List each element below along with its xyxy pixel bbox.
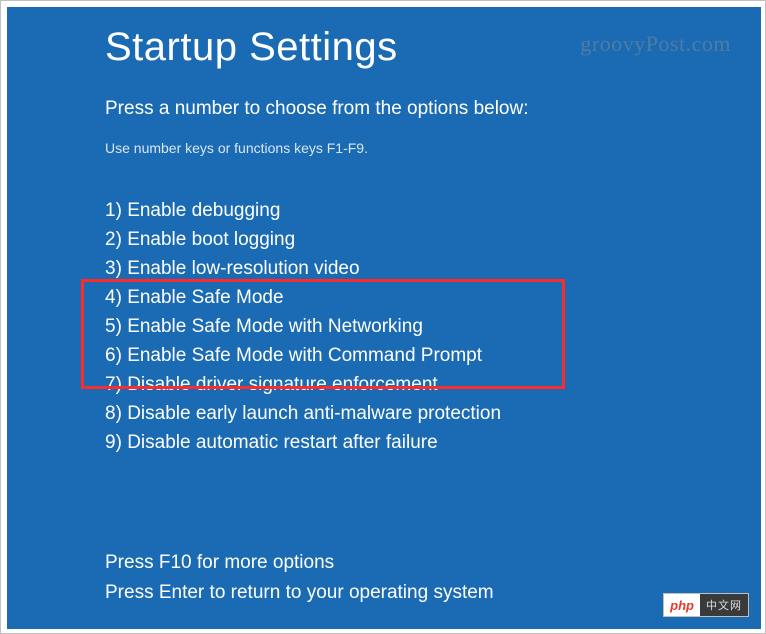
- watermark-phpcn: php 中文网: [663, 593, 749, 617]
- watermark-groovypost: groovyPost.com: [580, 31, 731, 57]
- option-8[interactable]: 8) Disable early launch anti-malware pro…: [105, 399, 761, 428]
- return-hint: Press Enter to return to your operating …: [105, 578, 494, 607]
- option-2[interactable]: 2) Enable boot logging: [105, 225, 761, 254]
- options-list: 1) Enable debugging 2) Enable boot loggi…: [105, 196, 761, 457]
- keys-hint: Use number keys or functions keys F1-F9.: [105, 140, 761, 156]
- screenshot-frame: Startup Settings Press a number to choos…: [0, 0, 766, 634]
- footer-instructions: Press F10 for more options Press Enter t…: [105, 548, 494, 607]
- option-9[interactable]: 9) Disable automatic restart after failu…: [105, 428, 761, 457]
- more-options-hint: Press F10 for more options: [105, 548, 494, 577]
- option-7[interactable]: 7) Disable driver signature enforcement: [105, 370, 761, 399]
- option-5[interactable]: 5) Enable Safe Mode with Networking: [105, 312, 761, 341]
- instruction-subtitle: Press a number to choose from the option…: [105, 98, 761, 120]
- watermark-cn-label: 中文网: [700, 594, 748, 616]
- option-3[interactable]: 3) Enable low-resolution video: [105, 254, 761, 283]
- watermark-php-label: php: [664, 594, 700, 616]
- option-4[interactable]: 4) Enable Safe Mode: [105, 283, 761, 312]
- option-1[interactable]: 1) Enable debugging: [105, 196, 761, 225]
- option-6[interactable]: 6) Enable Safe Mode with Command Prompt: [105, 341, 761, 370]
- startup-settings-screen: Startup Settings Press a number to choos…: [7, 7, 761, 629]
